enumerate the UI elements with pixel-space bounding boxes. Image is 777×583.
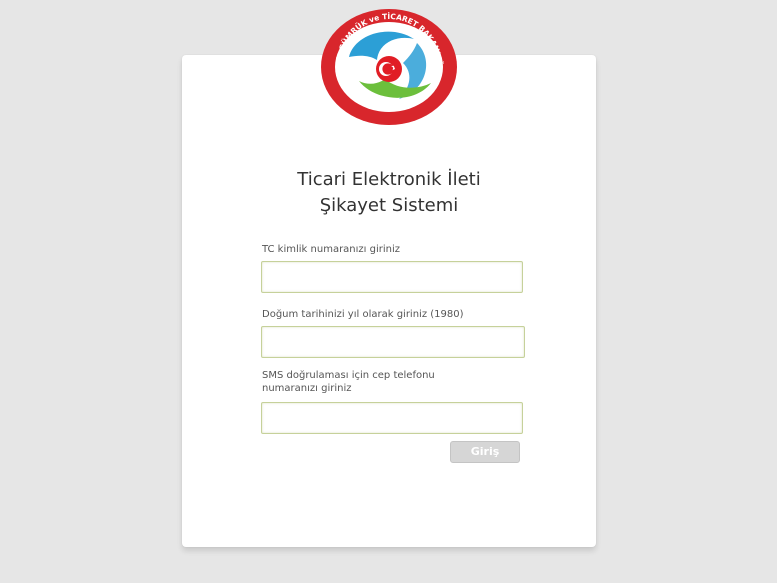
- birth-year-label: Doğum tarihinizi yıl olarak giriniz (198…: [262, 309, 464, 320]
- phone-label-line2: numaranızı giriniz: [262, 383, 352, 394]
- ministry-logo: T.C. GÜMRÜK ve TİCARET BAKANLIĞI MINISTR…: [319, 5, 457, 125]
- birth-year-input[interactable]: [261, 326, 525, 358]
- flag-crescent-inner: [382, 63, 394, 75]
- tc-id-input[interactable]: [261, 261, 523, 293]
- phone-label-line1: SMS doğrulaması için cep telefonu: [262, 370, 435, 381]
- submit-button[interactable]: Giriş: [450, 441, 520, 463]
- login-card: [182, 55, 596, 547]
- phone-input[interactable]: [261, 402, 523, 434]
- page-title-line2: Şikayet Sistemi: [319, 195, 459, 216]
- tc-label: TC kimlik numaranızı giriniz: [262, 244, 401, 255]
- page-title-line1: Ticari Elektronik İleti: [297, 169, 481, 190]
- login-page: T.C. GÜMRÜK ve TİCARET BAKANLIĞI MINISTR…: [0, 0, 777, 583]
- phone-label: SMS doğrulaması için cep telefonu numara…: [262, 369, 435, 395]
- page-title: Ticari Elektronik İleti Şikayet Sistemi: [182, 167, 596, 219]
